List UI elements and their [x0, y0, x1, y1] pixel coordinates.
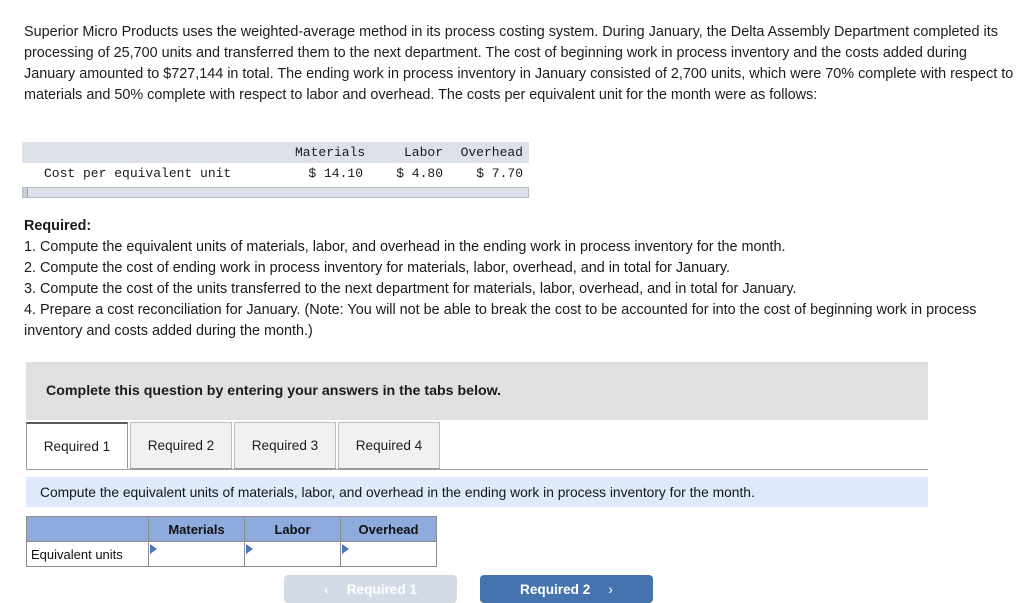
tab-prompt-bar: Compute the equivalent units of material…: [26, 477, 928, 507]
chevron-right-icon: ›: [608, 581, 613, 597]
next-requirement-label: Required 2: [520, 581, 591, 597]
required-section: Required: 1. Compute the equivalent unit…: [24, 216, 989, 342]
required-heading: Required:: [24, 218, 92, 234]
instruction-banner-text: Complete this question by entering your …: [46, 383, 502, 399]
cost-table: Materials Labor Overhead Cost per equiva…: [22, 142, 529, 184]
required-item-1: 1. Compute the equivalent units of mater…: [24, 239, 786, 255]
input-equivalent-units-overhead[interactable]: [340, 541, 437, 567]
answer-header-overhead: Overhead: [340, 516, 437, 542]
cost-table-horizontal-scrollbar[interactable]: [22, 187, 529, 198]
input-equivalent-units-labor[interactable]: [244, 541, 341, 567]
required-item-3: 3. Compute the cost of the units transfe…: [24, 281, 797, 297]
scrollbar-thumb[interactable]: [23, 188, 28, 197]
cost-table-header-blank: [22, 142, 289, 163]
tab-navigation: ‹ Required 1 Required 2 ›: [284, 575, 653, 603]
previous-requirement-button[interactable]: ‹ Required 1: [284, 575, 457, 603]
answer-table-header-row: Materials Labor Overhead: [26, 516, 437, 542]
tab-required-4[interactable]: Required 4: [338, 422, 440, 469]
input-equivalent-units-materials[interactable]: [148, 541, 245, 567]
cost-table-cell-overhead: $ 7.70: [449, 163, 529, 184]
cell-marker-icon: [150, 544, 157, 554]
cost-table-cell-materials: $ 14.10: [289, 163, 369, 184]
problem-statement: Superior Micro Products uses the weighte…: [24, 22, 1014, 106]
answer-row-label-equivalent-units: Equivalent units: [26, 541, 149, 567]
cost-table-body: Cost per equivalent unit $ 14.10 $ 4.80 …: [22, 163, 529, 184]
tab-prompt-text: Compute the equivalent units of material…: [40, 484, 755, 500]
cost-table-header-overhead: Overhead: [449, 142, 529, 163]
required-item-2: 2. Compute the cost of ending work in pr…: [24, 260, 731, 276]
answer-table-body: Equivalent units: [26, 541, 437, 567]
cell-marker-icon: [342, 544, 349, 554]
next-requirement-button[interactable]: Required 2 ›: [480, 575, 653, 603]
cost-table-header-labor: Labor: [369, 142, 449, 163]
previous-requirement-label: Required 1: [346, 581, 417, 597]
equivalent-units-table: Materials Labor Overhead Equivalent unit…: [26, 516, 437, 567]
chevron-left-icon: ‹: [324, 581, 329, 597]
table-row: Equivalent units: [26, 541, 437, 567]
instruction-banner: Complete this question by entering your …: [26, 362, 928, 420]
answer-header-corner: [26, 516, 149, 542]
cost-table-cell-labor: $ 4.80: [369, 163, 449, 184]
answer-header-materials: Materials: [148, 516, 245, 542]
cell-marker-icon: [246, 544, 253, 554]
table-row: Cost per equivalent unit $ 14.10 $ 4.80 …: [22, 163, 529, 184]
cost-table-head: Materials Labor Overhead: [22, 142, 529, 163]
answer-table-head: Materials Labor Overhead: [26, 516, 437, 542]
cost-table-header-materials: Materials: [289, 142, 369, 163]
tab-required-3[interactable]: Required 3: [234, 422, 336, 469]
requirement-tabs: Required 1 Required 2 Required 3 Require…: [26, 422, 928, 470]
tab-required-1[interactable]: Required 1: [26, 422, 128, 469]
tab-required-2[interactable]: Required 2: [130, 422, 232, 469]
answer-header-labor: Labor: [244, 516, 341, 542]
required-item-4: 4. Prepare a cost reconciliation for Jan…: [24, 302, 977, 339]
cost-table-row-label: Cost per equivalent unit: [22, 163, 289, 184]
problem-paragraph: Superior Micro Products uses the weighte…: [24, 24, 1014, 103]
cost-table-header-row: Materials Labor Overhead: [22, 142, 529, 163]
answer-grid: Materials Labor Overhead Equivalent unit…: [26, 516, 437, 567]
cost-per-equivalent-unit-table: Materials Labor Overhead Cost per equiva…: [22, 142, 529, 198]
